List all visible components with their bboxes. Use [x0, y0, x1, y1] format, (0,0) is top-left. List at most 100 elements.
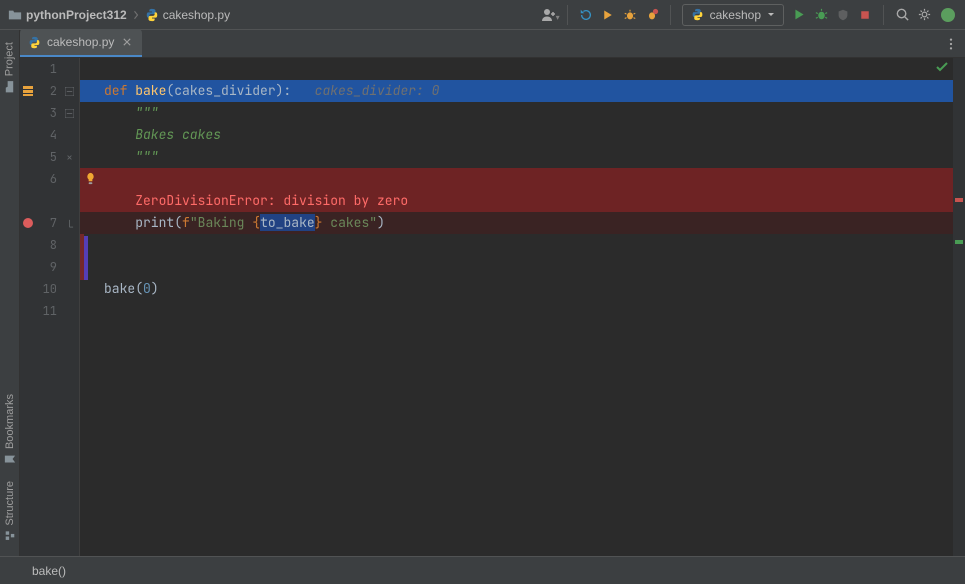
editor: 1 2 3 4 5 6 7 8 9 10 11 def bake(cake: [20, 58, 965, 556]
fold-minus-icon[interactable]: [61, 83, 77, 99]
gutter-line[interactable]: 7: [20, 212, 79, 234]
sidebar-label: Project: [4, 42, 16, 76]
tool-window-rail: Project Bookmarks Structure: [0, 30, 20, 556]
line-number: 9: [50, 259, 57, 275]
gear-icon[interactable]: [913, 4, 935, 26]
error-message: ZeroDivisionError: division by zero: [135, 192, 408, 209]
avatar-icon[interactable]: [937, 4, 959, 26]
gutter-line-error[interactable]: [20, 190, 79, 212]
gutter-line[interactable]: 11: [20, 300, 79, 322]
toolbar: ▾ cakeshop: [538, 4, 959, 26]
code-line[interactable]: """: [80, 146, 953, 168]
line-number: 6: [50, 171, 57, 187]
error-mark[interactable]: [955, 198, 963, 202]
debug-icon[interactable]: [810, 4, 832, 26]
debug-frame-bar[interactable]: bake(): [0, 556, 965, 584]
sidebar-structure[interactable]: Structure: [4, 473, 16, 550]
gutter-line[interactable]: 3: [20, 102, 79, 124]
function-name: bake: [135, 82, 166, 99]
breadcrumb-file[interactable]: cakeshop.py: [163, 8, 230, 22]
gutter-line[interactable]: 4: [20, 124, 79, 146]
python-file-icon: [28, 36, 41, 49]
gutter[interactable]: 1 2 3 4 5 6 7 8 9 10 11: [20, 58, 80, 556]
coverage-icon[interactable]: [832, 4, 854, 26]
python-file-icon: [691, 8, 704, 21]
keyword: def: [104, 82, 135, 99]
code-line[interactable]: [80, 58, 953, 80]
inline-hint: cakes_divider: 0: [315, 82, 440, 99]
tab-cakeshop[interactable]: cakeshop.py: [20, 29, 142, 57]
code-line[interactable]: """: [80, 102, 953, 124]
code-line-exec[interactable]: def bake(cakes_divider): cakes_divider: …: [80, 80, 953, 102]
sidebar-bookmarks[interactable]: Bookmarks: [4, 386, 16, 473]
function-marker-icon[interactable]: [20, 83, 36, 99]
parameter: cakes_divider: [174, 82, 275, 99]
line-number: 2: [50, 83, 57, 99]
code-line-breakpoint[interactable]: print(f"Baking {to_bake} cakes"): [80, 212, 953, 234]
tab-label: cakeshop.py: [47, 35, 114, 49]
string: "Baking: [190, 214, 252, 231]
gutter-line[interactable]: 8: [20, 234, 79, 256]
gutter-line[interactable]: 10: [20, 278, 79, 300]
run-config-name: cakeshop: [710, 8, 761, 22]
frame-label[interactable]: bake(): [32, 564, 66, 578]
punct: ): [151, 280, 159, 297]
error-stripe-bar[interactable]: [953, 58, 965, 556]
code-line[interactable]: Bakes cakes: [80, 124, 953, 146]
line-number: 10: [43, 281, 57, 297]
bug-orange-icon[interactable]: [619, 4, 641, 26]
run-icon[interactable]: [788, 4, 810, 26]
f-prefix: f: [182, 214, 190, 231]
docstring: Bakes cakes: [135, 126, 221, 143]
code-line[interactable]: [80, 234, 953, 256]
stop-icon[interactable]: [854, 4, 876, 26]
line-number: 4: [50, 127, 57, 143]
fold-minus-icon[interactable]: [61, 105, 77, 121]
gutter-line[interactable]: 1: [20, 58, 79, 80]
fold-end-icon[interactable]: [61, 215, 77, 231]
chevron-down-icon: [767, 11, 775, 19]
folder-icon: [3, 80, 16, 93]
code-area[interactable]: def bake(cakes_divider): cakes_divider: …: [80, 58, 953, 556]
execute-icon[interactable]: [597, 4, 619, 26]
tab-overflow-icon[interactable]: [941, 34, 961, 54]
line-number: 3: [50, 105, 57, 121]
breadcrumb-project[interactable]: pythonProject312: [26, 8, 127, 22]
reload-icon[interactable]: [575, 4, 597, 26]
identifier: print: [135, 214, 174, 231]
run-config-selector[interactable]: cakeshop: [682, 4, 784, 26]
docstring: """: [135, 104, 158, 121]
gutter-line[interactable]: 2: [20, 80, 79, 102]
identifier: bake: [104, 280, 135, 297]
code-line[interactable]: bake(0): [80, 278, 953, 300]
punct: (: [174, 214, 182, 231]
chevron-right-icon: [131, 10, 141, 20]
breadcrumb[interactable]: pythonProject312 cakeshop.py: [8, 8, 230, 22]
bookmark-icon: [4, 453, 16, 465]
python-file-icon: [145, 8, 159, 22]
close-icon[interactable]: [120, 35, 134, 49]
number: 0: [143, 280, 151, 297]
breakpoint-icon[interactable]: [20, 215, 36, 231]
gutter-line[interactable]: 9: [20, 256, 79, 278]
code-line[interactable]: [80, 300, 953, 322]
sidebar-project[interactable]: Project: [3, 34, 16, 101]
search-icon[interactable]: [891, 4, 913, 26]
punct: (: [135, 280, 143, 297]
main-navbar: pythonProject312 cakeshop.py ▾: [0, 0, 965, 30]
docstring: """: [135, 148, 158, 165]
sidebar-label: Structure: [4, 481, 16, 526]
bug-breakpoint-icon[interactable]: [641, 4, 663, 26]
sidebar-label: Bookmarks: [4, 394, 16, 449]
code-line-error[interactable]: to_bake = 10 / cakes_divider: [80, 168, 953, 190]
inline-error[interactable]: ZeroDivisionError: division by zero: [80, 190, 953, 212]
code-line[interactable]: [80, 256, 953, 278]
gutter-line[interactable]: 5: [20, 146, 79, 168]
lightbulb-icon[interactable]: [82, 170, 98, 186]
fold-end-icon[interactable]: [61, 149, 77, 165]
gutter-line[interactable]: 6: [20, 168, 79, 190]
punct: ): [377, 214, 385, 231]
line-number: 5: [50, 149, 57, 165]
ok-mark[interactable]: [955, 240, 963, 244]
folder-icon: [8, 8, 22, 22]
